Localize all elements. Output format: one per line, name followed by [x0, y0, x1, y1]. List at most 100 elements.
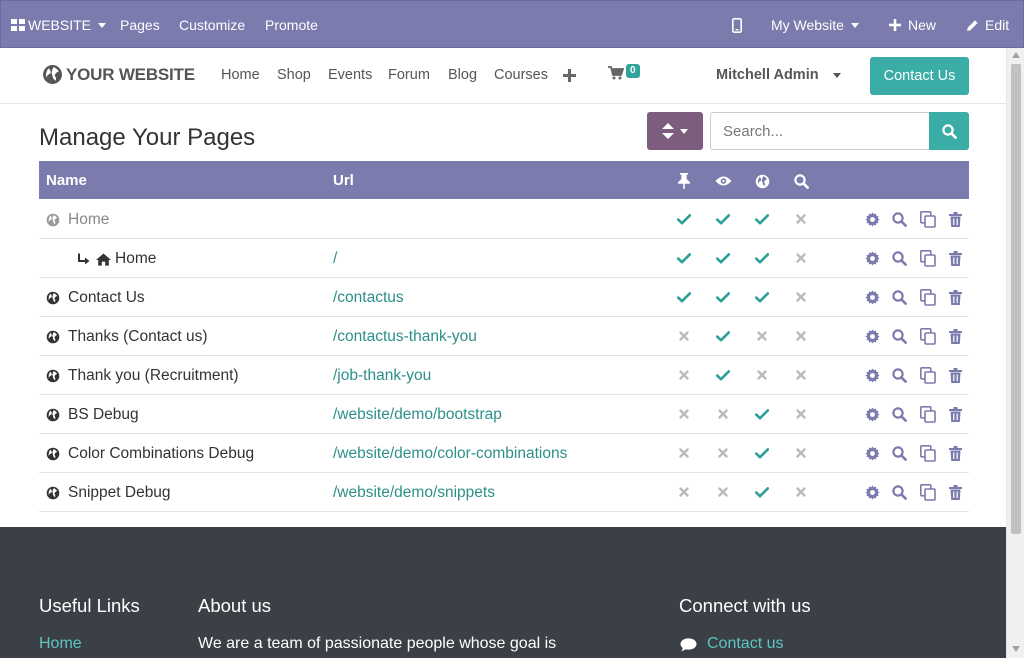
published-status-check-icon [755, 212, 769, 226]
trash-icon[interactable] [947, 250, 963, 266]
promote-menu[interactable]: Promote [265, 1, 318, 49]
trash-icon[interactable] [947, 289, 963, 305]
nav-shop[interactable]: Shop [277, 67, 311, 83]
gear-icon[interactable] [864, 211, 880, 227]
new-button[interactable]: New [889, 1, 936, 49]
copy-icon[interactable] [920, 249, 936, 267]
copy-icon[interactable] [920, 483, 936, 501]
nav-events[interactable]: Events [328, 67, 372, 83]
trash-icon[interactable] [947, 484, 963, 500]
search-icon[interactable] [891, 406, 907, 422]
pages-menu[interactable]: Pages [120, 1, 160, 49]
search-icon[interactable] [891, 367, 907, 383]
page-scrollbar[interactable] [1006, 48, 1024, 658]
search-icon[interactable] [891, 445, 907, 461]
search-icon[interactable] [891, 484, 907, 500]
footer-contact-link[interactable]: Contact us [707, 635, 783, 653]
nav-home[interactable]: Home [221, 67, 260, 83]
nav-courses[interactable]: Courses [494, 67, 548, 83]
page-url-link[interactable]: /website/demo/snippets [333, 484, 495, 502]
search-input[interactable] [710, 112, 929, 150]
chevron-down-icon [832, 72, 841, 78]
trash-icon[interactable] [947, 367, 963, 383]
footer-about-text: We are a team of passionate people whose… [198, 635, 557, 652]
page-name: BS Debug [68, 406, 139, 423]
admin-top-bar: WEBSITE Pages Customize Promote My Websi… [0, 0, 1024, 48]
visibility-status-cross-icon [716, 485, 730, 499]
page-url-link[interactable]: /website/demo/bootstrap [333, 406, 502, 424]
pin-icon [675, 172, 693, 190]
page-url-link[interactable]: /website/demo/color-combinations [333, 445, 567, 463]
globe-icon [753, 172, 771, 190]
indexed-status-cross-icon [794, 290, 808, 304]
trash-icon[interactable] [947, 406, 963, 422]
table-row: Thanks (Contact us) /contactus-thank-you [39, 317, 969, 356]
copy-icon[interactable] [920, 327, 936, 345]
customize-menu[interactable]: Customize [179, 1, 245, 49]
contact-us-button[interactable]: Contact Us [870, 57, 969, 95]
copy-icon[interactable] [920, 210, 936, 228]
gear-icon[interactable] [864, 445, 880, 461]
pin-status-check-icon [677, 290, 691, 304]
published-status-check-icon [755, 446, 769, 460]
search-icon[interactable] [891, 211, 907, 227]
page-url-link[interactable]: /job-thank-you [333, 367, 431, 385]
copy-icon[interactable] [920, 366, 936, 384]
nav-forum[interactable]: Forum [388, 67, 430, 83]
site-logo[interactable]: YOUR WEBSITE [42, 64, 195, 85]
pin-status-cross-icon [677, 329, 691, 343]
trash-icon[interactable] [947, 328, 963, 344]
trash-icon[interactable] [947, 445, 963, 461]
indexed-status-cross-icon [794, 368, 808, 382]
page-name: Color Combinations Debug [68, 445, 255, 462]
add-menu-item-plus-icon[interactable] [563, 69, 576, 82]
gear-icon[interactable] [864, 484, 880, 500]
page-url-link[interactable]: /contactus-thank-you [333, 328, 477, 346]
pin-status-cross-icon [677, 446, 691, 460]
trash-icon[interactable] [947, 211, 963, 227]
my-website-label: My Website [771, 17, 844, 33]
page-url-link[interactable]: / [333, 250, 337, 268]
globe-icon [46, 330, 60, 344]
page-url-link[interactable]: /contactus [333, 289, 404, 307]
indexed-status-cross-icon [794, 407, 808, 421]
copy-icon[interactable] [920, 288, 936, 306]
search-button[interactable] [929, 112, 969, 150]
pencil-icon [966, 19, 979, 32]
site-header: YOUR WEBSITE Home Shop Events Forum Blog… [0, 48, 1006, 104]
cart-icon[interactable] [608, 66, 624, 80]
visibility-status-check-icon [716, 251, 730, 265]
gear-icon[interactable] [864, 289, 880, 305]
pin-status-check-icon [677, 212, 691, 226]
search-icon[interactable] [891, 250, 907, 266]
scroll-up-arrow-icon[interactable] [1012, 52, 1020, 58]
gear-icon[interactable] [864, 406, 880, 422]
website-menu[interactable]: WEBSITE [11, 1, 107, 49]
my-website-switcher[interactable]: My Website [771, 1, 859, 49]
copy-icon[interactable] [920, 444, 936, 462]
gear-icon[interactable] [864, 250, 880, 266]
scroll-down-arrow-icon[interactable] [1012, 646, 1020, 652]
visibility-status-cross-icon [716, 407, 730, 421]
gear-icon[interactable] [864, 367, 880, 383]
user-menu[interactable]: Mitchell Admin [716, 67, 841, 83]
indexed-status-cross-icon [794, 485, 808, 499]
gear-icon[interactable] [864, 328, 880, 344]
scrollbar-thumb[interactable] [1011, 64, 1021, 534]
column-header-url: Url [333, 172, 354, 189]
edit-button[interactable]: Edit [966, 1, 1009, 49]
page-name-cell: Thank you (Recruitment) [46, 367, 239, 385]
user-name: Mitchell Admin [716, 67, 819, 83]
visibility-status-cross-icon [716, 446, 730, 460]
sort-dropdown-button[interactable] [647, 112, 703, 150]
plus-icon [889, 19, 901, 31]
copy-icon[interactable] [920, 405, 936, 423]
nav-blog[interactable]: Blog [448, 67, 477, 83]
published-status-cross-icon [755, 329, 769, 343]
logo-text: YOUR WEBSITE [66, 64, 195, 84]
search-icon[interactable] [891, 289, 907, 305]
mobile-preview-button[interactable] [732, 1, 742, 49]
footer-home-link[interactable]: Home [39, 635, 82, 653]
search-icon[interactable] [891, 328, 907, 344]
indexed-status-cross-icon [794, 251, 808, 265]
